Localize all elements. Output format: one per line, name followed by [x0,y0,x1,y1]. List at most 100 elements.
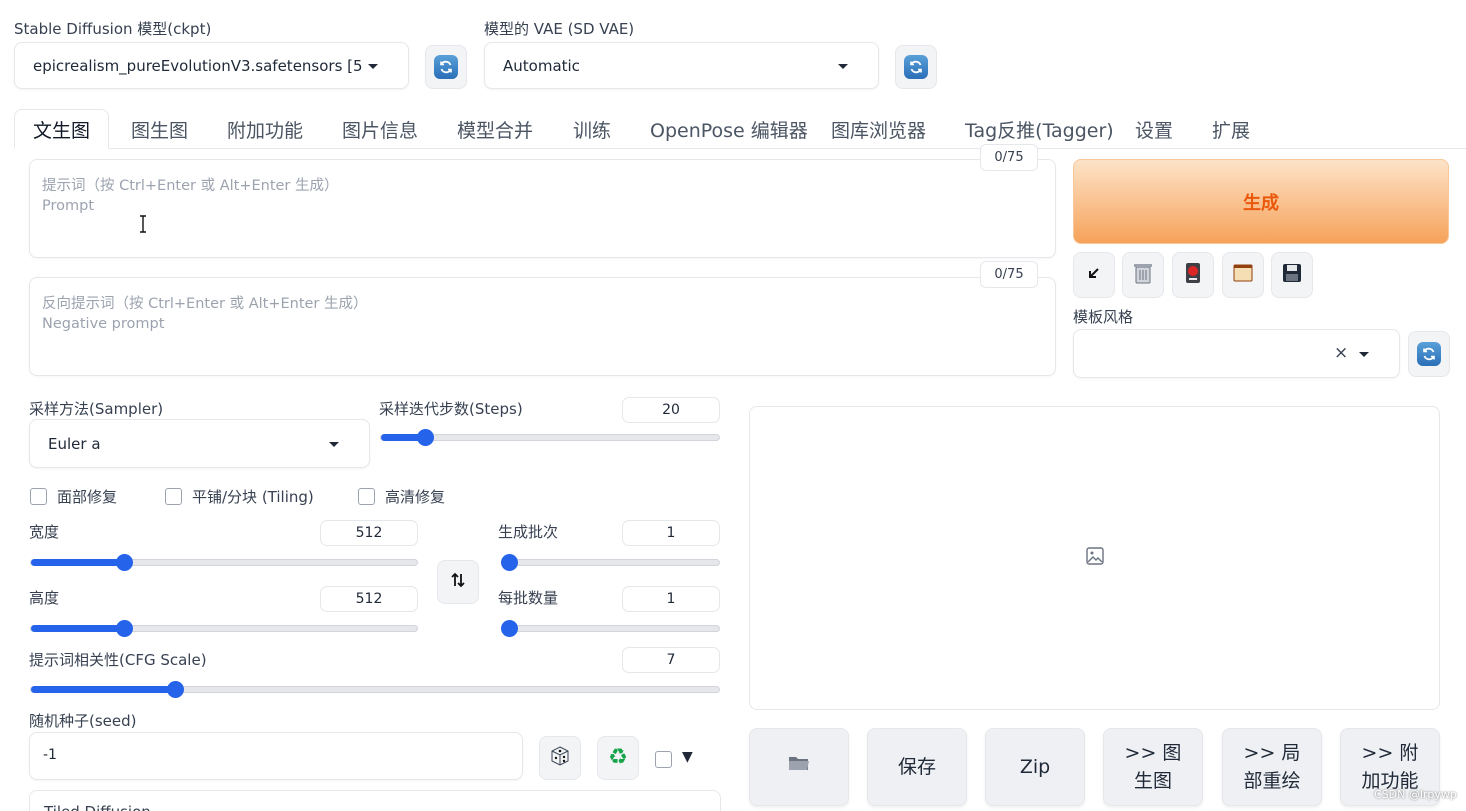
tab-tagger[interactable]: Tag反推(Tagger) [965,109,1114,149]
save-style-button[interactable] [1271,252,1313,298]
floppy-disk-icon [1281,262,1303,288]
cfg-slider-thumb[interactable] [167,681,185,698]
tab-openpose[interactable]: OpenPose 编辑器 [650,109,808,149]
tiled-diffusion-accordion[interactable]: Tiled Diffusion [29,790,721,811]
send-to-inpaint-button[interactable]: >> 局 部重绘 [1222,728,1322,806]
tiling-label: 平铺/分块 (Tiling) [192,488,314,506]
cfg-slider[interactable] [30,681,720,698]
refresh-checkpoint-button[interactable] [425,45,467,89]
checkpoint-dropdown[interactable]: epicrealism_pureEvolutionV3.safetensors … [14,42,409,89]
tab-settings[interactable]: 设置 [1135,109,1173,149]
tab-train[interactable]: 训练 [573,109,611,149]
height-slider-fill [31,625,124,632]
seed-value: -1 [43,747,57,763]
height-label: 高度 [29,589,60,607]
height-input[interactable]: 512 [320,586,418,612]
tab-gallery[interactable]: 图库浏览器 [831,109,926,149]
prompt-placeholder: 提示词（按 Ctrl+Enter 或 Alt+Enter 生成） [42,178,339,194]
checkpoint-label: Stable Diffusion 模型(ckpt) [14,20,212,38]
extra-seed-checkbox[interactable] [655,751,672,768]
cfg-input[interactable]: 7 [622,647,720,673]
tab-png-info[interactable]: 图片信息 [342,109,418,149]
tiled-diffusion-label: Tiled Diffusion [44,803,151,811]
steps-slider[interactable] [380,429,720,446]
red-card-icon [1183,261,1203,289]
refresh-vae-button[interactable] [895,45,937,89]
face-restore-label: 面部修复 [57,488,118,506]
hires-fix-checkbox[interactable] [358,488,375,505]
swap-dimensions-button[interactable] [437,560,479,604]
chevron-down-icon [838,63,848,69]
height-slider[interactable] [30,620,418,637]
chevron-down-icon [1359,351,1369,357]
vae-value: Automatic [503,56,580,75]
watermark: CSDN @lrpywp [1374,788,1457,801]
steps-input[interactable]: 20 [622,397,720,423]
arrow-down-left-icon [1087,266,1101,284]
prompt-input[interactable]: 提示词（按 Ctrl+Enter 或 Alt+Enter 生成） Prompt [29,159,1056,258]
vae-label: 模型的 VAE (SD VAE) [484,20,635,38]
styles-dropdown[interactable]: × [1073,329,1400,378]
generate-button[interactable]: 生成 [1073,159,1449,244]
reuse-seed-button[interactable]: ♻ [597,736,639,780]
steps-slider-thumb[interactable] [416,429,434,446]
save-button[interactable]: 保存 [867,728,967,806]
open-folder-button[interactable] [749,728,849,806]
tab-extras[interactable]: 附加功能 [227,109,303,149]
random-seed-button[interactable] [539,736,581,780]
sampler-label: 采样方法(Sampler) [29,400,164,418]
clear-icon[interactable]: × [1334,343,1348,363]
sampler-dropdown[interactable]: Euler a [29,419,370,468]
negative-prompt-input[interactable]: 反向提示词（按 Ctrl+Enter 或 Alt+Enter 生成） Negat… [29,277,1056,376]
tiling-checkbox[interactable] [165,488,182,505]
seed-input[interactable]: -1 [29,732,523,780]
prompt-placeholder-en: Prompt [42,198,95,214]
chevron-down-icon [329,441,339,447]
dice-icon [549,745,571,771]
swap-arrows-icon [449,571,467,593]
cfg-label: 提示词相关性(CFG Scale) [29,651,207,669]
tab-img2img[interactable]: 图生图 [131,109,188,149]
sampler-value: Euler a [48,434,101,453]
recycle-icon: ♻ [608,745,628,770]
zip-button[interactable]: Zip [985,728,1085,806]
steps-label: 采样迭代步数(Steps) [379,400,523,418]
batch-count-input[interactable]: 1 [622,520,720,546]
checkpoint-value: epicrealism_pureEvolutionV3.safetensors … [33,56,363,75]
extra-seed-toggle-icon[interactable]: ▼ [682,749,693,765]
batch-size-slider-thumb[interactable] [501,620,518,637]
cfg-slider-fill [31,686,176,693]
refresh-styles-button[interactable] [1408,331,1450,377]
prompt-token-counter: 0/75 [980,144,1038,171]
clear-prompt-button[interactable] [1122,252,1164,298]
send-to-img2img-button[interactable]: >> 图 生图 [1103,728,1203,806]
batch-size-slider[interactable] [501,620,720,637]
tab-txt2img[interactable]: 文生图 [14,109,110,149]
width-label: 宽度 [29,523,60,541]
extra-networks-button[interactable] [1172,252,1214,298]
batch-count-slider-thumb[interactable] [501,554,518,571]
negative-prompt-placeholder-en: Negative prompt [42,316,165,332]
apply-style-button[interactable] [1222,252,1264,298]
tab-merge[interactable]: 模型合并 [457,109,533,149]
read-params-button[interactable] [1073,252,1115,298]
batch-count-slider[interactable] [501,554,720,571]
negative-prompt-placeholder: 反向提示词（按 Ctrl+Enter 或 Alt+Enter 生成） [42,296,368,312]
width-slider-thumb[interactable] [115,554,133,571]
chevron-down-icon [368,63,378,69]
image-placeholder-icon [1085,546,1105,570]
width-input[interactable]: 512 [320,520,418,546]
text-cursor-icon [138,214,148,234]
seed-label: 随机种子(seed) [29,712,137,730]
styles-label: 模板风格 [1073,308,1134,326]
batch-size-input[interactable]: 1 [622,586,720,612]
width-slider-fill [31,559,124,566]
vae-dropdown[interactable]: Automatic [484,42,879,89]
tab-extensions[interactable]: 扩展 [1212,109,1250,149]
width-slider[interactable] [30,554,418,571]
notebook-icon [1232,262,1254,288]
height-slider-thumb[interactable] [115,620,133,637]
face-restore-checkbox[interactable] [30,488,47,505]
folder-icon [787,753,811,781]
negative-prompt-token-counter: 0/75 [980,261,1038,288]
